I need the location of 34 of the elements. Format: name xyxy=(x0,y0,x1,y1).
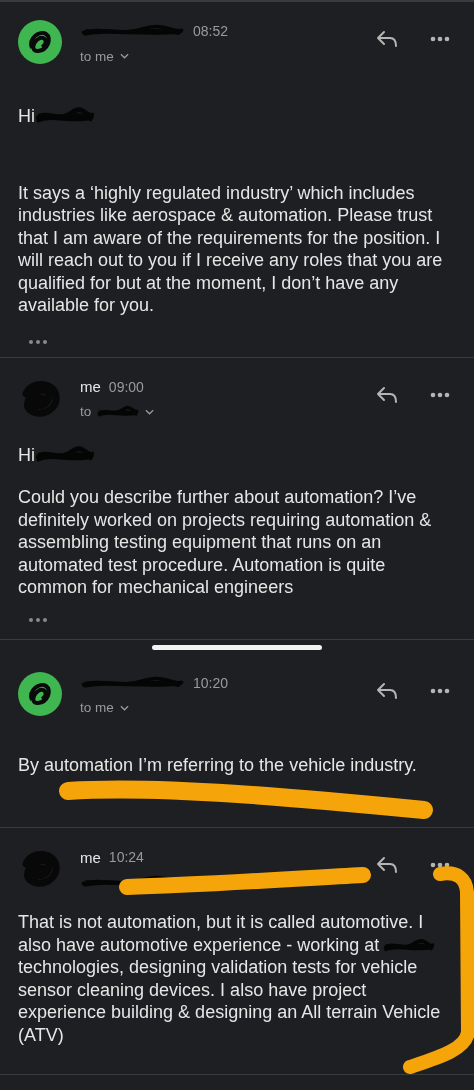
message-body: By automation I’m referring to the vehicle industry. xyxy=(18,753,417,776)
avatar-icon xyxy=(18,671,62,716)
redaction-scribble xyxy=(97,404,140,419)
ellipsis-icon[interactable] xyxy=(28,616,48,623)
message-body: That is not automation, but it is called automotive. I xyxy=(18,911,424,934)
reply-icon[interactable] xyxy=(376,856,398,874)
recipient-text: to me xyxy=(80,48,114,64)
greeting-text: Hi xyxy=(18,443,35,466)
chevron-icon[interactable] xyxy=(145,408,155,415)
reply-icon[interactable] xyxy=(376,681,398,700)
chevron-icon[interactable] xyxy=(119,704,129,711)
more-icon[interactable] xyxy=(430,687,450,694)
recipient-text: to me xyxy=(80,700,114,715)
recipient-text: to xyxy=(80,404,92,419)
more-icon[interactable] xyxy=(430,862,450,868)
reply-icon[interactable] xyxy=(376,30,398,48)
more-icon[interactable] xyxy=(430,391,450,398)
message-time: 09:00 xyxy=(108,378,144,395)
message-body: technologies, designing validation tests for vehicle sensor cleaning devices. I also have project experience building & designing an All terrain Vehicle (ATV) xyxy=(18,956,442,1046)
greeting-text: Hi xyxy=(18,105,35,128)
message-time: 08:52 xyxy=(193,23,229,39)
message-body: also have automotive experience - working at xyxy=(18,933,380,956)
reply-icon[interactable] xyxy=(376,385,398,404)
sender-name: me xyxy=(80,848,101,866)
redaction-scribble xyxy=(383,936,436,953)
chevron-icon[interactable] xyxy=(119,53,129,59)
message-body: Could you describe further about automation? I’ve definitely worked on projects requiring automation & assembling testing equipment that runs on an automated test procedure. Automation is quite common for mechanical engineers xyxy=(18,486,433,599)
message-body: It says a ‘highly regulated industry’ which includes industries like aerospace & automation. Please trust that I am aware of the requirements for the position. I will reach out to you if I receive any roles that you are qualified for but at the moment, I don’t have any available for you. xyxy=(18,181,444,317)
avatar-icon xyxy=(18,20,62,64)
message-time: 10:20 xyxy=(193,674,229,691)
sender-name: me xyxy=(80,378,101,395)
more-icon[interactable] xyxy=(430,36,450,42)
message-time: 10:24 xyxy=(108,849,144,865)
ellipsis-icon[interactable] xyxy=(28,338,48,345)
